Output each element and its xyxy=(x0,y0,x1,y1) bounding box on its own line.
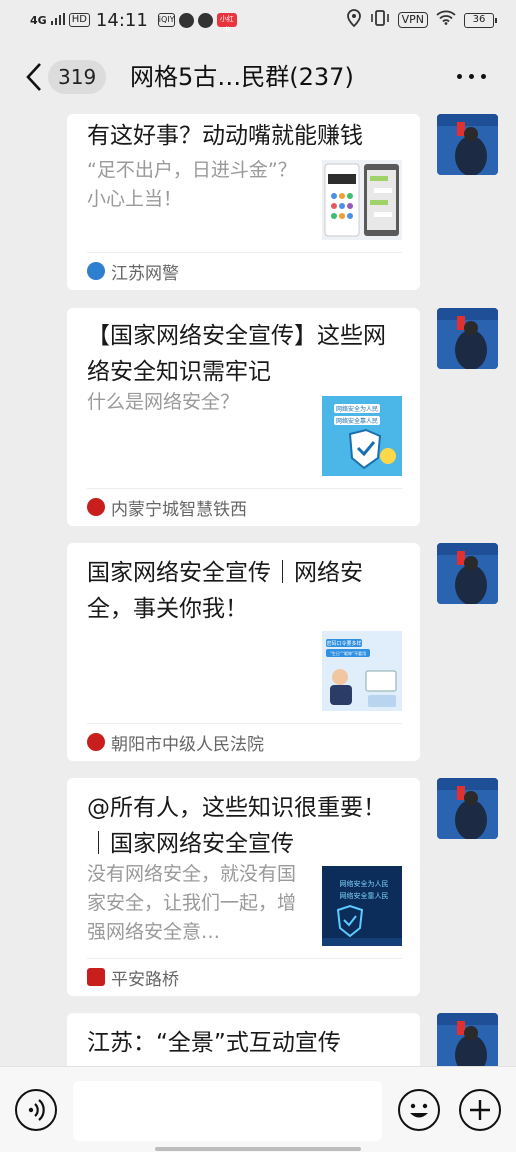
chat-header: 319 网格5古…民群(237) xyxy=(0,40,516,114)
source-logo-icon xyxy=(87,498,105,516)
home-indicator[interactable] xyxy=(155,1147,361,1151)
article-description: 什么是网络安全？ xyxy=(87,391,240,413)
battery-indicator: 36 xyxy=(464,12,497,28)
sender-avatar[interactable] xyxy=(437,1013,498,1066)
vpn-badge: VPN xyxy=(397,12,428,28)
article-card[interactable]: 有这好事？动动嘴就能赚钱 “足不出户，日进斗金”？小心上当！ 江苏网警 xyxy=(67,114,420,290)
source-name: 江苏网警 xyxy=(111,263,179,284)
card-divider xyxy=(87,488,402,489)
source-logo-icon xyxy=(87,733,105,751)
article-title: @所有人，这些知识很重要！｜国家网络安全宣传 xyxy=(87,795,386,857)
iqiyi-icon: iQIY xyxy=(157,13,175,27)
back-arrow-icon[interactable] xyxy=(22,62,46,92)
input-bar xyxy=(0,1066,516,1152)
chat-title: 网格5古…民群(237) xyxy=(130,63,354,91)
emoji-icon[interactable] xyxy=(398,1089,440,1131)
article-source: 内蒙宁城智慧铁西 xyxy=(87,496,247,520)
source-logo-icon xyxy=(87,968,105,986)
article-card[interactable]: @所有人，这些知识很重要！｜国家网络安全宣传 没有网络安全，就没有国家安全，让我… xyxy=(67,778,420,996)
article-description: “足不出户，日进斗金”？小心上当！ xyxy=(87,159,297,210)
card-divider xyxy=(87,723,402,724)
thumb-text: 网络安全靠人民 xyxy=(336,417,378,425)
message-list[interactable]: 有这好事？动动嘴就能赚钱 “足不出户，日进斗金”？小心上当！ 江苏网警 【国家网… xyxy=(0,114,516,1066)
message-input[interactable] xyxy=(73,1081,382,1141)
article-title: 有这好事？动动嘴就能赚钱 xyxy=(87,123,363,149)
hd-badge: HD xyxy=(68,13,90,27)
article-title: 江苏：“全景”式互动宣传 xyxy=(87,1030,341,1056)
signal-icon xyxy=(50,10,65,30)
article-source: 平安路桥 xyxy=(87,966,179,990)
more-options-icon[interactable] xyxy=(457,74,486,79)
video-play-icon xyxy=(197,12,213,28)
source-name: 平安路桥 xyxy=(111,969,179,990)
article-card[interactable]: 江苏：“全景”式互动宣传 xyxy=(67,1013,420,1066)
thumb-text: 网络安全为人民 xyxy=(340,879,389,888)
article-source: 江苏网警 xyxy=(87,260,179,284)
article-thumbnail: 网络安全为人民 网络安全靠人民 xyxy=(322,396,402,476)
sender-avatar[interactable] xyxy=(437,114,498,175)
add-more-icon[interactable] xyxy=(459,1089,501,1131)
source-name: 朝阳市中级人民法院 xyxy=(111,734,264,755)
card-divider xyxy=(87,252,402,253)
source-name: 内蒙宁城智慧铁西 xyxy=(111,499,247,520)
red-app-icon: 小红书 xyxy=(216,13,237,34)
thumb-text: 密码口令要多样 xyxy=(326,640,361,647)
network-indicator: 4G xyxy=(30,13,47,27)
article-thumbnail xyxy=(322,160,402,240)
location-icon xyxy=(346,8,362,32)
clock: 14:11 xyxy=(95,9,148,31)
article-card[interactable]: 国家网络安全宣传｜网络安全，事关你我！ 密码口令要多样 “生日”“昵称”不要用 … xyxy=(67,543,420,761)
thumb-text: 网络安全靠人民 xyxy=(340,891,389,900)
unread-count-badge[interactable]: 319 xyxy=(48,60,107,94)
thumb-text: “生日”“昵称”不要用 xyxy=(330,650,366,656)
card-divider xyxy=(87,958,402,959)
chat-bubble-icon xyxy=(178,12,194,28)
article-title: 【国家网络安全宣传】这些网络安全知识需牢记 xyxy=(87,323,386,385)
thumb-text: 网络安全为人民 xyxy=(336,405,378,413)
source-logo-icon xyxy=(87,262,105,280)
article-thumbnail: 网络安全为人民 网络安全靠人民 xyxy=(322,866,402,946)
status-bar: 4G HD 14:11 iQIY 小红书 VPN 36 xyxy=(0,0,516,40)
sender-avatar[interactable] xyxy=(437,778,498,839)
article-thumbnail: 密码口令要多样 “生日”“昵称”不要用 xyxy=(322,631,402,711)
article-card[interactable]: 【国家网络安全宣传】这些网络安全知识需牢记 什么是网络安全？ 网络安全为人民 网… xyxy=(67,308,420,526)
article-description: 没有网络安全，就没有国家安全，让我们一起，增强网络安全意… xyxy=(87,863,297,943)
vibrate-icon xyxy=(370,9,390,31)
wifi-icon xyxy=(436,10,456,30)
voice-input-icon[interactable] xyxy=(15,1089,57,1131)
sender-avatar[interactable] xyxy=(437,543,498,604)
article-title: 国家网络安全宣传｜网络安全，事关你我！ xyxy=(87,560,363,622)
sender-avatar[interactable] xyxy=(437,308,498,369)
article-source: 朝阳市中级人民法院 xyxy=(87,731,264,755)
